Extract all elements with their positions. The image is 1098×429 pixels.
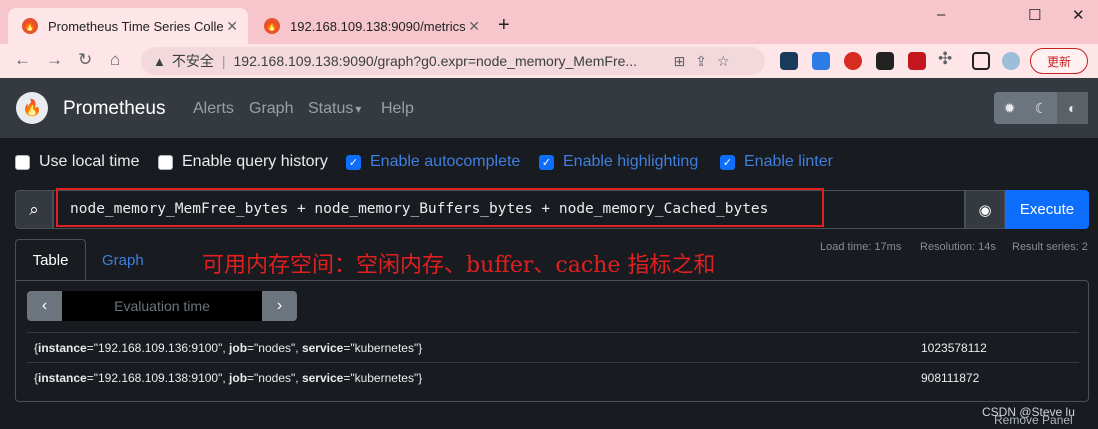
results-panel: ‹ Evaluation time › {instance="192.168.1…	[15, 280, 1089, 402]
checkbox[interactable]	[158, 154, 173, 170]
label-value: "kubernetes"	[350, 371, 419, 385]
chevron-down-icon: ▾	[355, 102, 362, 116]
reload-icon[interactable]: ↻	[78, 50, 92, 70]
close-tab-icon[interactable]: ✕	[226, 18, 238, 35]
checkmark-icon[interactable]: ✓	[720, 154, 735, 170]
label-value: "192.168.109.138:9100"	[93, 371, 223, 385]
browser-tab-title: Prometheus Time Series Collec	[48, 18, 223, 34]
label-value: "kubernetes"	[350, 341, 419, 355]
chevron-right-icon[interactable]: ›	[262, 291, 297, 321]
browser-tab-metrics[interactable]: 🔥 192.168.109.138:9090/metrics ✕	[250, 8, 490, 44]
evaluation-time-input[interactable]: Evaluation time	[62, 291, 262, 321]
prometheus-favicon-icon: 🔥	[264, 18, 280, 34]
browser-tabstrip: 🔥 Prometheus Time Series Collec ✕ 🔥 192.…	[0, 0, 1098, 44]
extension-3-icon[interactable]	[844, 52, 862, 70]
label-value: "nodes"	[254, 341, 296, 355]
option-highlighting[interactable]: ✓ Enable highlighting	[539, 153, 698, 171]
series-labels: {instance="192.168.109.138:9100", job="n…	[34, 371, 423, 385]
metrics-explorer-icon[interactable]: ◉	[965, 190, 1005, 229]
nav-alerts[interactable]: Alerts	[193, 100, 234, 118]
table-row: {instance="192.168.109.136:9100", job="n…	[27, 332, 1079, 362]
label-value: "192.168.109.136:9100"	[93, 341, 223, 355]
option-autocomplete[interactable]: ✓ Enable autocomplete	[346, 153, 520, 171]
expression-row: ⌕ node_memory_MemFree_bytes + node_memor…	[15, 188, 1089, 229]
prometheus-logo-icon[interactable]: 🔥	[16, 92, 48, 124]
load-time: Load time: 17ms	[820, 241, 902, 253]
series-value: 908111872	[921, 371, 980, 385]
label-value: "nodes"	[254, 371, 296, 385]
expression-input[interactable]: node_memory_MemFree_bytes + node_memory_…	[53, 188, 998, 229]
extension-1-icon[interactable]	[780, 52, 798, 70]
browser-toolbar: ← → ↻ ⌂ ▲ 不安全 | 192.168.109.138:9090/gra…	[0, 44, 1098, 78]
prometheus-navbar: 🔥 Prometheus Alerts Graph Status ▾ Help ✹…	[0, 78, 1098, 138]
auto-theme-icon[interactable]: ◐	[1056, 92, 1088, 124]
url-text[interactable]: 192.168.109.138:9090/graph?g0.expr=node_…	[234, 53, 664, 69]
share-icon[interactable]: ⇪	[695, 53, 707, 70]
theme-toggle-group: ✹ ☾ ◐	[994, 92, 1088, 124]
nav-status[interactable]: Status ▾	[308, 100, 361, 118]
nav-graph[interactable]: Graph	[249, 100, 293, 118]
option-label: Enable autocomplete	[370, 153, 521, 170]
checkbox[interactable]	[15, 154, 30, 170]
update-button[interactable]: 更新	[1030, 48, 1088, 74]
option-label: Enable query history	[182, 153, 328, 170]
avatar[interactable]	[1002, 52, 1020, 70]
annotation-highlight-box	[56, 188, 824, 227]
watermark: CSDN @Steve lu	[982, 405, 1075, 419]
address-bar[interactable]: ▲ 不安全 | 192.168.109.138:9090/graph?g0.ex…	[141, 47, 765, 75]
extension-2-icon[interactable]	[812, 52, 830, 70]
home-icon[interactable]: ⌂	[110, 50, 120, 70]
chevron-left-icon[interactable]: ‹	[27, 291, 62, 321]
insecure-label[interactable]: 不安全	[172, 51, 214, 71]
option-use-local-time[interactable]: Use local time	[15, 153, 139, 171]
series-labels: {instance="192.168.109.136:9100", job="n…	[34, 341, 423, 355]
new-tab-button[interactable]: +	[498, 14, 510, 37]
resolution: Resolution: 14s	[920, 241, 996, 253]
light-theme-icon[interactable]: ✹	[994, 92, 1025, 124]
option-query-history[interactable]: Enable query history	[158, 153, 328, 171]
option-label: Enable linter	[744, 153, 833, 170]
close-tab-icon[interactable]: ✕	[468, 18, 480, 35]
close-window-button[interactable]: ✕	[1072, 6, 1085, 24]
sidepanel-icon[interactable]	[972, 52, 990, 70]
bookmark-star-icon[interactable]: ☆	[717, 53, 730, 70]
forward-icon[interactable]: →	[46, 50, 63, 70]
warning-icon[interactable]: ▲	[153, 54, 166, 69]
option-linter[interactable]: ✓ Enable linter	[720, 153, 833, 171]
table-row: {instance="192.168.109.138:9100", job="n…	[27, 362, 1079, 392]
tab-table[interactable]: Table	[15, 239, 86, 281]
browser-tab-title: 192.168.109.138:9090/metrics	[290, 18, 465, 34]
dark-theme-icon[interactable]: ☾	[1025, 92, 1056, 124]
minimize-button[interactable]: –	[937, 6, 945, 23]
address-separator: |	[221, 53, 226, 69]
browser-tab-prometheus[interactable]: 🔥 Prometheus Time Series Collec ✕	[8, 8, 248, 44]
brand-title[interactable]: Prometheus	[63, 98, 165, 120]
option-label: Use local time	[39, 153, 140, 170]
maximize-button[interactable]: ☐	[1028, 6, 1041, 24]
prometheus-favicon-icon: 🔥	[22, 18, 38, 34]
tab-graph[interactable]: Graph	[102, 239, 144, 281]
search-icon: ⌕	[15, 190, 53, 229]
translate-icon[interactable]: ⊞	[674, 53, 686, 70]
execute-button[interactable]: Execute	[1005, 190, 1089, 229]
extension-4-icon[interactable]	[876, 52, 894, 70]
nav-help[interactable]: Help	[381, 100, 414, 118]
pdf-extension-icon[interactable]	[908, 52, 926, 70]
checkmark-icon[interactable]: ✓	[539, 154, 554, 170]
checkmark-icon[interactable]: ✓	[346, 154, 361, 170]
result-series: Result series: 2	[1012, 241, 1088, 253]
extensions-puzzle-icon[interactable]: ✣	[938, 49, 952, 69]
series-value: 1023578112	[921, 341, 987, 355]
back-icon[interactable]: ←	[14, 50, 31, 70]
nav-status-label: Status	[308, 100, 354, 117]
annotation-text: 可用内存空间：空闲内存、buffer、cache 指标之和	[202, 253, 716, 278]
option-label: Enable highlighting	[563, 153, 699, 170]
